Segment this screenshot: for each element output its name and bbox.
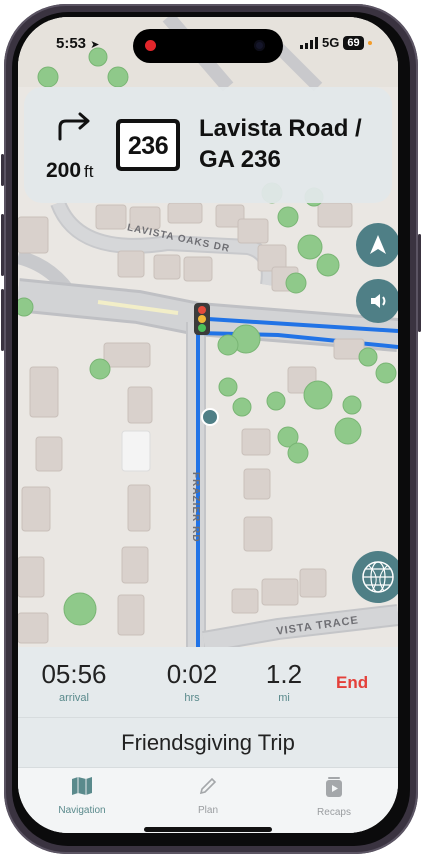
route-shield-number: 236	[127, 132, 169, 160]
end-trip-button[interactable]: End	[336, 673, 368, 693]
tab-plan[interactable]: Plan	[158, 776, 258, 816]
status-time-text: 5:53	[56, 35, 87, 52]
globe-button[interactable]	[352, 551, 398, 603]
trip-panel: 05:56 arrival 0:02 hrs 1.2 mi End Friend…	[18, 647, 398, 833]
tab-bar: Navigation Plan Recaps	[18, 767, 398, 833]
status-right: 5G 69	[300, 35, 372, 50]
duration-value: 0:02	[166, 659, 218, 689]
recording-indicator-icon	[145, 40, 156, 51]
distance-value: 200	[46, 159, 82, 182]
tab-navigation-label: Navigation	[58, 805, 106, 816]
globe-icon	[362, 561, 394, 593]
trip-name-bar[interactable]: Friendsgiving Trip	[18, 717, 398, 768]
map-icon	[72, 777, 92, 795]
tab-recaps[interactable]: Recaps	[284, 776, 384, 818]
maneuver-banner[interactable]: 200 ft 236 Lavista Road / GA 236	[24, 87, 392, 203]
current-location-marker	[201, 408, 219, 426]
navigation-arrow-icon	[370, 235, 386, 254]
volume-up-button	[1, 214, 4, 276]
arrival-label: arrival	[59, 692, 89, 704]
duration-label: hrs	[184, 692, 200, 704]
street-name: Lavista Road / GA 236	[199, 113, 389, 175]
arrival-value: 05:56	[41, 659, 107, 689]
trip-name: Friendsgiving Trip	[121, 730, 295, 755]
camera-icon	[254, 40, 265, 51]
street-label-frazier-rd: FRAZIER RD	[190, 472, 201, 543]
dynamic-island	[133, 29, 283, 63]
distance-remaining-value: 1.2	[265, 659, 303, 689]
battery-level: 69	[347, 36, 360, 49]
audio-button[interactable]	[356, 279, 398, 323]
side-button	[418, 234, 421, 332]
play-recap-icon	[326, 777, 342, 797]
route-shield-icon: 236	[116, 119, 180, 171]
home-indicator[interactable]	[144, 827, 272, 832]
pencil-icon	[199, 777, 217, 795]
distance-unit: ft	[84, 162, 94, 181]
duration-stat: 0:02 hrs	[152, 659, 232, 704]
signal-icon	[300, 36, 318, 49]
maneuver-distance: 200 ft	[46, 159, 94, 183]
screen: LAVISTA OAKS DR FRAZIER RD VISTA TRACE 5…	[18, 17, 398, 833]
route-shield-inner: 236	[120, 123, 176, 167]
orange-dot-icon	[367, 40, 372, 45]
speaker-icon	[371, 294, 386, 308]
distance-stat: 1.2 mi	[254, 659, 314, 704]
tab-recaps-label: Recaps	[317, 807, 351, 818]
status-time: 5:53 ➤	[56, 35, 99, 52]
street-line-2: GA 236	[199, 146, 281, 173]
network-type: 5G	[322, 35, 340, 50]
street-line-1: Lavista Road /	[199, 115, 362, 142]
action-button	[1, 154, 4, 186]
location-arrow-icon: ➤	[90, 39, 100, 51]
turn-right-arrow-icon	[58, 112, 90, 141]
tab-plan-label: Plan	[197, 805, 218, 816]
recenter-button[interactable]	[356, 223, 398, 267]
arrival-stat: 05:56 arrival	[34, 659, 114, 704]
traffic-light-icon	[194, 303, 210, 335]
volume-down-button	[1, 289, 4, 351]
battery-icon: 69	[343, 35, 364, 50]
distance-remaining-label: mi	[278, 692, 290, 704]
tab-navigation[interactable]: Navigation	[32, 776, 132, 816]
